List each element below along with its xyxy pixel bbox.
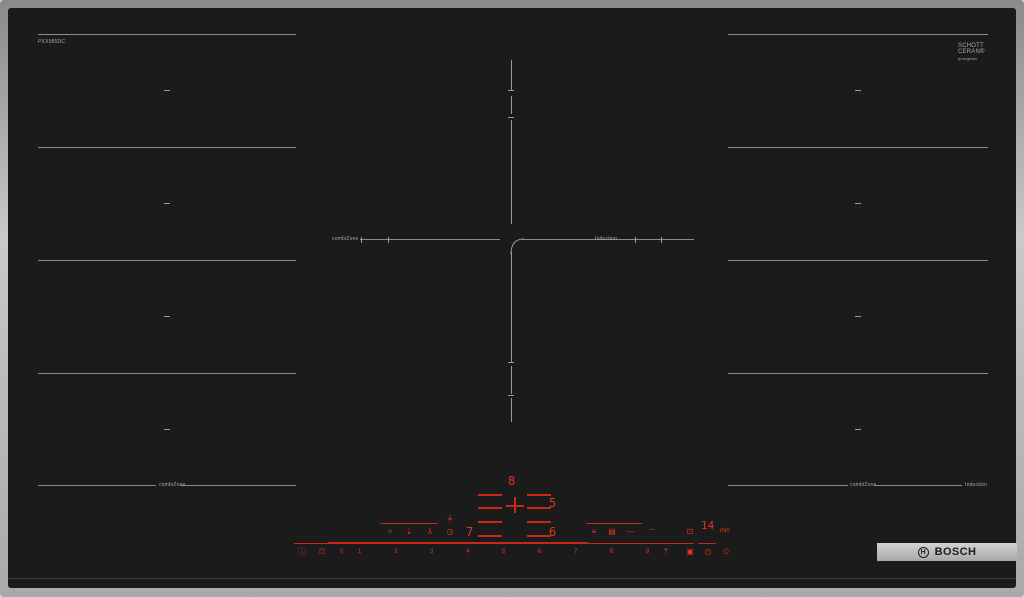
right-zone-divider-1 [728,34,988,35]
pan-icon[interactable]: ⛫ [316,547,328,556]
right-zone-center-mark-4 [855,429,861,430]
bottom-glass-edge [8,578,1016,579]
center-curve [510,238,525,254]
pureglass-mark: pureglass [958,56,978,61]
timer-unit: min [720,528,730,534]
boost-icon[interactable]: ⇡ [660,547,672,556]
center-tick-top-b [508,117,514,118]
info-icon[interactable]: ⓘ [296,547,308,556]
zone-bar-right-2 [527,507,551,509]
move-icon[interactable]: ≡ [588,527,600,536]
power-step-6[interactable]: 6 [538,549,541,556]
bosch-logo-icon: H [917,546,929,558]
brand-badge: H BOSCH [877,543,1017,561]
left-zone-center-mark-1 [164,90,170,91]
center-top-display: 8 [508,474,516,488]
left-zone-divider-1 [38,34,296,35]
wave-icon[interactable]: ≈ [383,527,397,536]
right-zone-center-mark-2 [855,203,861,204]
center-vertical-lower [511,252,512,362]
right-zone-divider-4 [728,373,988,374]
bottom-right-induction-label: Induction [965,482,988,488]
center-vertical-foot [511,398,512,422]
lock-icon[interactable]: ▣ [684,547,696,556]
center-horizontal-left [360,239,500,240]
center-vertical-bottom [511,366,512,394]
fan-icon[interactable]: ⅄ [423,527,437,536]
right-flex-zone-label: combiZone [850,482,877,488]
zone-bar-left-2 [478,507,502,509]
left-zone-divider-5 [38,485,156,486]
power-step-7[interactable]: 7 [574,549,577,556]
tray-icon[interactable]: ⏚ [444,514,456,523]
zone-bar-left-4 [478,535,502,537]
alarm-icon[interactable]: ⏲ [720,547,732,556]
sensor-icon[interactable]: ⊡ [684,527,696,536]
brand-name: BOSCH [934,546,977,558]
model-mark: PXX985DC [38,39,66,45]
center-right-zone-label: Induction [595,236,618,242]
grid-icon[interactable]: ▤ [606,527,618,536]
center-tick-bottom-b [508,395,514,396]
center-right-tick-b [661,237,662,243]
center-vertical-top [511,60,512,90]
left-zone-divider-3 [38,260,296,261]
zone-bar-right-3 [527,521,551,523]
zone-bar-left-3 [478,521,502,523]
power-slider-active [328,542,588,544]
left-zone-center-mark-4 [164,429,170,430]
ceramic-glass-surface: combiZone PXX985DC combiZone Induction S… [8,8,1016,588]
zone-bar-right-4 [527,535,551,537]
center-tick-top-a [508,90,514,91]
right-zone-center-mark-1 [855,90,861,91]
power-on-icon[interactable]: ◴ [702,547,714,556]
right-function-bar [586,523,642,524]
zone-bar-right-1 [527,494,551,496]
ceran-mark: CERAN® [958,49,985,55]
power-step-1[interactable]: 1 [358,549,361,556]
minus-icon[interactable]: — [625,527,637,536]
right-zone-divider-5 [728,485,848,486]
left-zone-divider-2 [38,147,296,148]
center-tick-bottom-a [508,362,514,363]
power-step-2[interactable]: 2 [394,549,397,556]
left-zone-center-mark-2 [164,203,170,204]
power-step-3[interactable]: 3 [430,549,433,556]
zone-bar-left-1 [478,494,502,496]
right-zone-divider-2 [728,147,988,148]
center-vertical-upper [511,96,512,114]
timer-underline [698,543,716,544]
center-left-tick-a [361,237,362,243]
power-step-0[interactable]: 0 [340,549,343,556]
power-step-4[interactable]: 4 [466,549,469,556]
left-zone-divider-5b [180,485,296,486]
power-step-5[interactable]: 5 [502,549,505,556]
power-step-8[interactable]: 8 [610,549,613,556]
right-top-zone-display: 5 [549,496,557,510]
arrow-down-icon[interactable]: ⇣ [402,527,416,536]
right-zone-divider-5b [874,485,962,486]
right-bottom-zone-display: 6 [549,525,557,539]
power-step-9[interactable]: 9 [646,549,649,556]
timer-display: 14 [701,519,715,532]
center-left-zone-label: combiZone [332,236,359,242]
center-left-tick-b [388,237,389,243]
left-zone-center-mark-3 [164,316,170,317]
cooktop-frame: combiZone PXX985DC combiZone Induction S… [0,0,1024,597]
left-zone-divider-4 [38,373,296,374]
center-right-tick-a [635,237,636,243]
wifi-icon[interactable]: ⌔ [646,527,658,536]
center-vertical-mid [511,120,512,224]
right-zone-center-mark-3 [855,316,861,317]
left-function-bar [380,523,438,524]
right-zone-divider-3 [728,260,988,261]
zone-select-cross-v[interactable] [514,497,516,513]
clock-timer-icon[interactable]: ◷ [444,527,456,536]
left-flex-zone-label: combiZone [159,482,186,488]
left-zone-display: 7 [466,525,474,539]
